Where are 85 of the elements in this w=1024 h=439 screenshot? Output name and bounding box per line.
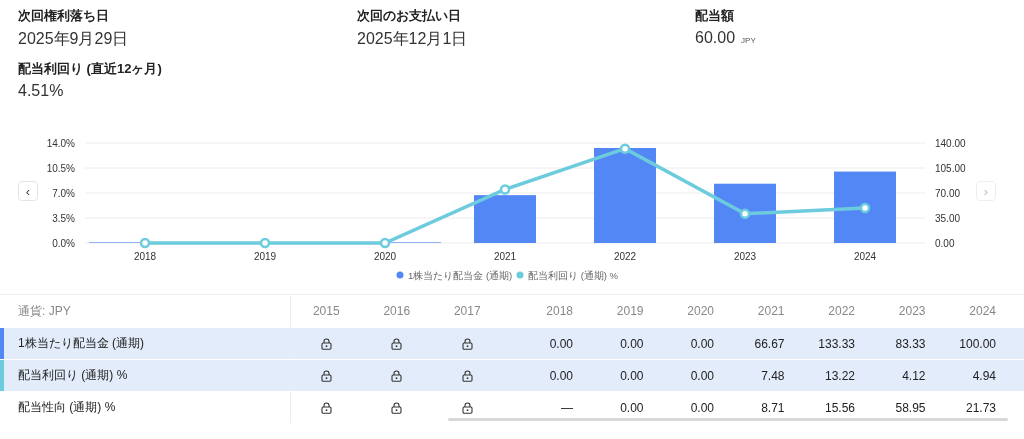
lock-icon bbox=[320, 401, 332, 414]
axis-label: 2018 bbox=[133, 251, 157, 262]
table-cell-text: 7.48 bbox=[760, 368, 785, 383]
point bbox=[739, 208, 751, 219]
table-cell-text: 4.94 bbox=[971, 368, 996, 383]
table-cell-text: 13.22 bbox=[823, 368, 855, 383]
lock-icon bbox=[391, 369, 403, 382]
scrollbar[interactable] bbox=[448, 418, 1008, 421]
table-cell-text: 0.00 bbox=[689, 400, 714, 415]
point bbox=[499, 184, 511, 195]
column-header: 2023 bbox=[897, 304, 926, 318]
table-cell-text: 66.67 bbox=[753, 336, 785, 351]
axis-label: 35.00 bbox=[935, 213, 961, 224]
axis-label: 2020 bbox=[373, 251, 397, 262]
bar bbox=[474, 195, 536, 243]
axis-label: 140.00 bbox=[935, 138, 966, 149]
axis-label: 14.0% bbox=[46, 138, 75, 149]
column-header: 2022 bbox=[827, 304, 855, 318]
table-cell-text: 0.00 bbox=[619, 368, 644, 383]
table-cell-text: 133.33 bbox=[817, 336, 855, 351]
point bbox=[259, 237, 271, 249]
summary-value: 60.00 bbox=[695, 29, 736, 47]
point bbox=[379, 237, 391, 249]
lock-icon bbox=[461, 337, 473, 350]
column-header: 2019 bbox=[615, 304, 644, 318]
table-cell-text: 100.00 bbox=[958, 336, 996, 351]
bar bbox=[714, 183, 776, 243]
table-cell-text: 83.33 bbox=[894, 336, 926, 351]
point bbox=[139, 237, 151, 249]
table-cell-text: 0.00 bbox=[619, 336, 644, 351]
bar bbox=[834, 171, 896, 243]
axis-label: 0.0% bbox=[52, 238, 75, 249]
summary-value: 2025年12月1日 bbox=[357, 29, 468, 49]
selected-row[interactable]: 配当利回り (通期) % 0.00 0.00 0.00 7.48 13.22 4.12 4.94 bbox=[0, 359, 1024, 391]
currency-unit: JPY bbox=[741, 36, 756, 45]
table-cell-text: 4.12 bbox=[901, 368, 926, 383]
point bbox=[619, 143, 631, 154]
legend-label: 配当利回り (通期) % bbox=[528, 270, 619, 281]
lock-icon bbox=[391, 401, 403, 414]
summary-label: 配当額 bbox=[695, 7, 735, 25]
column-header: 2017 bbox=[452, 304, 482, 318]
axis-label: 70.00 bbox=[935, 188, 961, 199]
column-header: 2018 bbox=[545, 304, 573, 318]
table-cell-text: 0.00 bbox=[548, 336, 573, 351]
legend-label: 1株当たり配当金 (通期) bbox=[408, 270, 513, 281]
lock-icon bbox=[320, 337, 332, 350]
summary-label: 次回権利落ち日 bbox=[18, 7, 110, 25]
axis-label: 2022 bbox=[613, 251, 637, 262]
column-header: 2016 bbox=[382, 304, 412, 318]
axis-label: 3.5% bbox=[52, 213, 75, 224]
axis-label: 105.00 bbox=[935, 163, 966, 174]
column-header: 2024 bbox=[968, 304, 996, 318]
table-cell-text: 21.73 bbox=[964, 400, 996, 415]
summary-value: 2025年9月29日 bbox=[18, 29, 129, 49]
lock-icon bbox=[320, 369, 332, 382]
axis-label: 2019 bbox=[253, 251, 277, 262]
summary-label: 次回のお支払い日 bbox=[357, 7, 462, 25]
previous-button[interactable]: ‹ bbox=[18, 181, 38, 201]
lock-icon bbox=[391, 337, 403, 350]
axis-label: 0.00 bbox=[935, 238, 955, 249]
table-cell-text: — bbox=[560, 400, 573, 415]
axis-label: 2024 bbox=[853, 251, 877, 262]
table-cell-text: 15.56 bbox=[823, 400, 855, 415]
summary-value: 4.51% bbox=[18, 82, 64, 100]
table-cell-text: 0.00 bbox=[689, 368, 714, 383]
axis-label: 2023 bbox=[733, 251, 757, 262]
axis-label: 10.5% bbox=[46, 163, 75, 174]
row-label: 配当利回り (通期) % bbox=[0, 360, 291, 391]
table-cell-text: 8.71 bbox=[760, 400, 785, 415]
axis-label: 7.0% bbox=[52, 188, 75, 199]
table-cell-text: 58.95 bbox=[894, 400, 926, 415]
column-header: 2020 bbox=[686, 304, 714, 318]
table-cell-text: 0.00 bbox=[548, 368, 573, 383]
axis-label: 2021 bbox=[493, 251, 517, 262]
lock-icon bbox=[461, 369, 473, 382]
summary-label: 配当利回り (直近12ヶ月) bbox=[18, 60, 163, 78]
column-header: 2015 bbox=[311, 304, 341, 318]
column-header: 2021 bbox=[756, 304, 785, 318]
selected-row[interactable]: 1株当たり配当金 (通期) 0.00 0.00 0.00 66.67 133.33 83.33 100.00 bbox=[0, 327, 1024, 359]
currency-label: 通貨: JPY bbox=[0, 295, 291, 327]
point bbox=[859, 202, 871, 214]
row-label: 配当性向 (通期) % bbox=[0, 392, 291, 423]
lock-icon bbox=[461, 401, 473, 414]
table-cell-text: 0.00 bbox=[619, 400, 644, 415]
table-cell-text: 0.00 bbox=[689, 336, 714, 351]
